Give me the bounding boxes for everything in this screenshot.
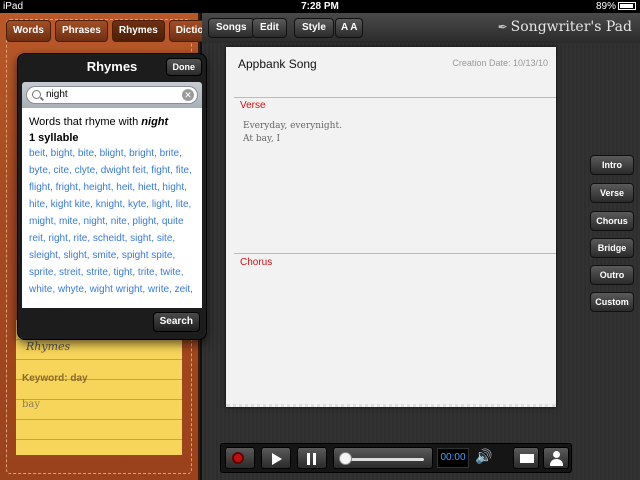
battery-indicator: 89% — [596, 0, 636, 13]
divider — [234, 253, 556, 254]
tab-rhymes[interactable]: Rhymes — [111, 20, 165, 42]
clock: 7:28 PM — [301, 1, 339, 12]
slider-track — [344, 458, 424, 461]
record-icon — [232, 452, 244, 464]
rhyme-results[interactable]: Words that rhyme with night 1 syllable b… — [22, 108, 202, 308]
chorus-button[interactable]: Chorus — [590, 211, 634, 231]
volume-icon[interactable]: 🔊 — [475, 448, 492, 465]
tab-words[interactable]: Words — [6, 20, 51, 42]
record-button[interactable] — [225, 447, 255, 469]
clear-icon[interactable]: ✕ — [182, 89, 194, 101]
status-bar: iPad 7:28 PM 89% — [0, 0, 640, 13]
search-button[interactable]: Search — [152, 312, 200, 332]
outro-button[interactable]: Outro — [590, 265, 634, 285]
syllable-heading: 1 syllable — [29, 132, 79, 144]
font-size-button[interactable]: A A — [335, 18, 364, 38]
notepad-entry: bay — [22, 399, 41, 410]
divider — [234, 97, 556, 98]
style-button[interactable]: Style — [294, 18, 334, 38]
pause-button[interactable] — [297, 447, 327, 469]
progress-slider[interactable] — [333, 447, 433, 469]
contact-button[interactable] — [543, 447, 569, 469]
done-button[interactable]: Done — [165, 58, 202, 76]
top-toolbar: Songs Edit Style A A ✒ Songwriter's Pad — [202, 13, 640, 43]
play-icon — [272, 453, 282, 465]
person-icon-body — [550, 459, 563, 466]
custom-button[interactable]: Custom — [590, 292, 634, 312]
popover-footer: Search — [18, 306, 206, 339]
song-title[interactable]: Appbank Song — [238, 57, 317, 71]
time-display: 00:00 — [437, 448, 469, 468]
verse-line[interactable]: At bay, I — [243, 133, 280, 146]
chorus-label: Chorus — [240, 257, 273, 268]
search-bar: night ✕ — [22, 82, 202, 108]
verse-line[interactable]: Everyday, everynight. — [243, 120, 342, 133]
player-bar: 00:00 🔊 — [220, 443, 572, 473]
rhyme-search-field[interactable]: night ✕ — [26, 86, 198, 104]
rhyme-word-list[interactable]: beit, bight, bite, blight, bright, brite… — [29, 145, 195, 298]
left-tab-bar: Words Phrases Rhymes Dictionary — [6, 20, 232, 42]
rhyme-keyword: night — [141, 116, 169, 128]
search-input[interactable]: night — [46, 89, 68, 100]
rhyme-intro-text: Words that rhyme with — [29, 116, 139, 128]
notepad-keyword: Keyword: day — [22, 373, 88, 384]
battery-percent: 89% — [595, 1, 616, 12]
intro-button[interactable]: Intro — [590, 155, 634, 175]
notepad[interactable]: Rhymes Keyword: day bay — [16, 320, 182, 455]
person-icon — [553, 451, 560, 458]
search-icon — [32, 90, 41, 99]
popover-header: Rhymes Done — [18, 54, 206, 80]
rhymes-popover: Rhymes Done night ✕ Words that rhyme wit… — [17, 53, 207, 340]
tab-phrases[interactable]: Phrases — [54, 20, 108, 42]
feather-icon: ✒ — [497, 20, 508, 34]
notepad-title: Rhymes — [26, 340, 71, 353]
edit-button[interactable]: Edit — [252, 18, 287, 38]
songs-button[interactable]: Songs — [208, 18, 255, 38]
pause-icon — [307, 453, 310, 465]
battery-icon — [618, 2, 636, 10]
brand-label: Songwriter's Pad — [510, 19, 632, 35]
slider-knob[interactable] — [339, 452, 352, 465]
song-sheet[interactable]: Appbank Song Creation Date: 10/13/10 Ver… — [226, 47, 556, 407]
rhyme-intro: Words that rhyme with night — [29, 116, 195, 128]
bridge-button[interactable]: Bridge — [590, 238, 634, 258]
email-button[interactable] — [513, 447, 539, 469]
app-brand: ✒ Songwriter's Pad — [498, 19, 632, 35]
main-area: Songs Edit Style A A ✒ Songwriter's Pad A… — [202, 13, 640, 480]
verse-button[interactable]: Verse — [590, 183, 634, 203]
verse-label: Verse — [240, 100, 266, 111]
creation-date: Creation Date: 10/13/10 — [452, 58, 548, 68]
play-button[interactable] — [261, 447, 291, 469]
envelope-icon — [520, 454, 534, 463]
